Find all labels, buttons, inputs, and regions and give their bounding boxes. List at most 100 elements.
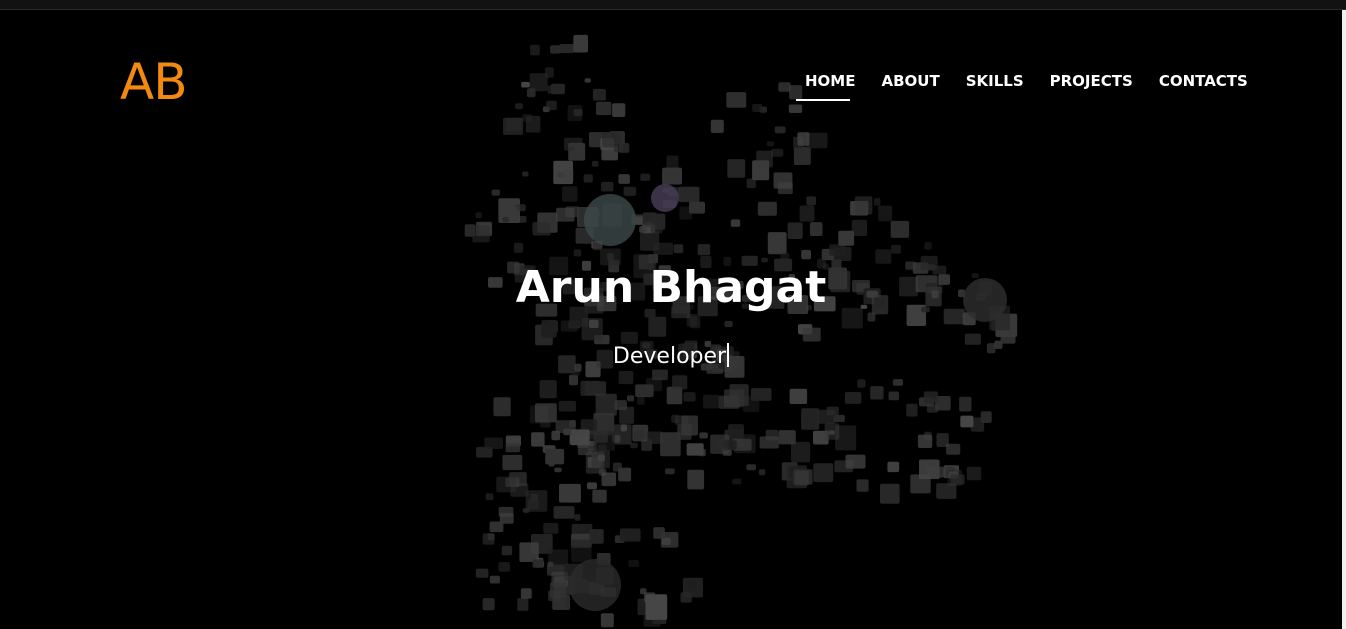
- site-logo[interactable]: AB: [120, 54, 188, 110]
- mosaic-tile: [521, 81, 530, 88]
- mosaic-tile: [558, 400, 577, 412]
- mosaic-tile: [666, 155, 679, 170]
- mosaic-tile: [570, 429, 590, 446]
- mosaic-tile: [824, 423, 840, 440]
- mosaic-tile: [628, 559, 640, 567]
- nav-projects[interactable]: PROJECTS: [1037, 71, 1146, 101]
- mosaic-tile: [543, 523, 559, 534]
- mosaic-tile: [595, 393, 617, 416]
- mosaic-tile: [730, 219, 741, 227]
- mosaic-tile: [666, 386, 683, 405]
- mosaic-device-disc: [584, 194, 636, 246]
- nav-home[interactable]: HOME: [796, 71, 868, 101]
- mosaic-tile: [637, 396, 645, 405]
- mosaic-tile: [906, 403, 918, 417]
- mosaic-tile: [690, 316, 701, 329]
- mosaic-tile: [498, 506, 514, 517]
- mosaic-tile: [767, 232, 787, 255]
- mosaic-tile: [662, 167, 682, 185]
- mosaic-tile: [873, 198, 881, 206]
- mosaic-tile: [482, 598, 495, 611]
- mosaic-tile: [502, 454, 523, 471]
- mosaic-tile: [880, 483, 900, 504]
- mosaic-tile: [484, 437, 503, 449]
- mosaic-tile: [475, 568, 489, 578]
- mosaic-tile: [936, 483, 957, 499]
- mosaic-tile: [639, 226, 647, 233]
- mosaic-tile: [634, 430, 645, 441]
- mosaic-tile: [689, 201, 705, 214]
- mosaic-tile: [569, 420, 576, 428]
- mosaic-tile: [568, 146, 575, 152]
- mosaic-tile: [475, 212, 482, 219]
- mosaic-tile: [729, 384, 749, 406]
- mosaic-tile: [618, 174, 630, 184]
- mosaic-tile: [924, 242, 932, 250]
- mosaic-tile: [673, 244, 684, 254]
- mosaic-tile: [597, 454, 605, 462]
- nav-contacts[interactable]: CONTACTS: [1146, 71, 1261, 101]
- nav-skills[interactable]: SKILLS: [953, 71, 1037, 101]
- mosaic-tile: [573, 109, 583, 117]
- mosaic-tile: [788, 104, 803, 113]
- mosaic-tile: [759, 436, 779, 449]
- mosaic-tile: [870, 386, 884, 400]
- mosaic-tile: [592, 489, 607, 503]
- mosaic-tile: [571, 539, 592, 563]
- mosaic-device-disc: [651, 184, 679, 212]
- mosaic-tile: [501, 545, 513, 556]
- mosaic-tile: [493, 397, 511, 417]
- mosaic-tile: [891, 245, 901, 254]
- mosaic-tile: [546, 100, 557, 110]
- mosaic-tile: [618, 371, 634, 385]
- mosaic-tile: [926, 404, 939, 413]
- mosaic-tile: [623, 186, 637, 196]
- mosaic-tile: [594, 430, 608, 443]
- page-scrollbar[interactable]: [1342, 10, 1346, 629]
- mosaic-tile: [799, 205, 815, 222]
- mosaic-tile: [771, 148, 784, 157]
- mosaic-tile: [878, 205, 893, 222]
- mosaic-tile: [791, 441, 811, 463]
- mosaic-tile: [532, 222, 551, 236]
- hero-role-text: Developer: [612, 344, 727, 369]
- mosaic-tile: [714, 439, 729, 451]
- mosaic-tile: [959, 396, 972, 412]
- mosaic-tile: [845, 392, 862, 404]
- mosaic-tile: [485, 493, 494, 501]
- mosaic-tile: [966, 466, 982, 481]
- mosaic-tile: [508, 206, 519, 216]
- mosaic-tile: [619, 528, 641, 542]
- mosaic-tile: [505, 443, 521, 453]
- hero-typed-role: Developer: [0, 343, 1342, 371]
- mosaic-tile: [917, 434, 933, 448]
- mosaic-tile: [503, 117, 524, 135]
- mosaic-tile: [547, 85, 560, 94]
- mosaic-tile: [703, 394, 720, 409]
- main-nav: HOME ABOUT SKILLS PROJECTS CONTACTS: [796, 71, 1261, 101]
- mosaic-tile: [727, 159, 746, 178]
- hero-name: Arun Bhagat: [515, 262, 827, 313]
- mosaic-tile: [612, 462, 622, 472]
- mosaic-tile: [758, 469, 766, 476]
- mosaic-tile: [648, 316, 667, 337]
- mosaic-tile: [660, 432, 681, 457]
- mosaic-tile: [757, 201, 777, 216]
- mosaic-tile: [539, 380, 557, 399]
- mosaic-tile: [854, 196, 873, 215]
- mosaic-tile: [535, 403, 557, 423]
- mosaic-tile: [686, 443, 704, 456]
- nav-about[interactable]: ABOUT: [868, 71, 952, 101]
- mosaic-tile: [559, 483, 581, 503]
- mosaic-tile: [612, 103, 626, 117]
- mosaic-tile: [498, 562, 510, 572]
- mosaic-tile: [502, 217, 509, 223]
- mosaic-tile: [801, 408, 820, 430]
- mosaic-tile: [888, 391, 900, 401]
- mosaic-tile: [838, 230, 855, 246]
- mosaic-tile: [672, 375, 688, 390]
- mosaic-tile: [592, 160, 599, 167]
- mosaic-tile: [596, 101, 612, 116]
- mosaic-tile: [630, 442, 638, 449]
- mosaic-tile: [573, 34, 588, 53]
